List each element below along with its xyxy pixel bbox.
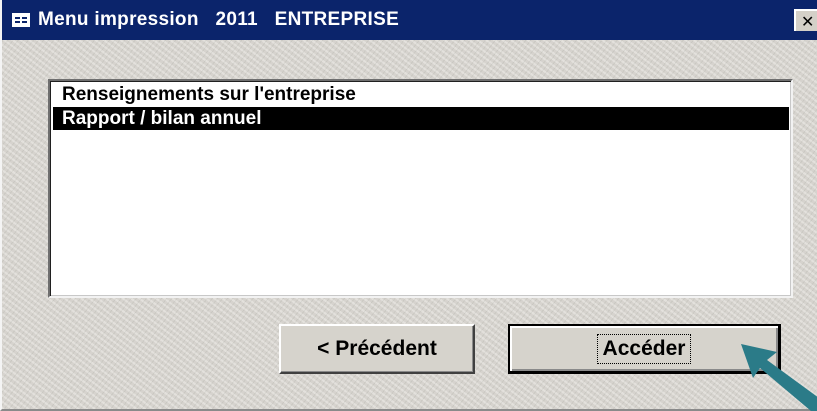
form-icon bbox=[12, 13, 30, 27]
report-listbox[interactable]: Renseignements sur l'entreprise Rapport … bbox=[48, 79, 793, 298]
list-item-annual-report[interactable]: Rapport / bilan annuel bbox=[53, 107, 789, 130]
title-bar: Menu impression 2011 ENTREPRISE ✕ bbox=[2, 0, 817, 40]
close-button[interactable]: ✕ bbox=[794, 9, 817, 31]
window-title: Menu impression 2011 ENTREPRISE bbox=[38, 9, 400, 30]
access-button-label: Accéder bbox=[596, 333, 692, 364]
pointer-arrow-icon bbox=[741, 344, 817, 411]
close-icon: ✕ bbox=[801, 11, 815, 31]
previous-button[interactable]: < Précédent bbox=[279, 324, 475, 374]
list-item-company-info[interactable]: Renseignements sur l'entreprise bbox=[53, 83, 789, 106]
print-menu-window: Menu impression 2011 ENTREPRISE ✕ Rensei… bbox=[0, 0, 817, 411]
previous-button-label: < Précédent bbox=[317, 337, 437, 360]
